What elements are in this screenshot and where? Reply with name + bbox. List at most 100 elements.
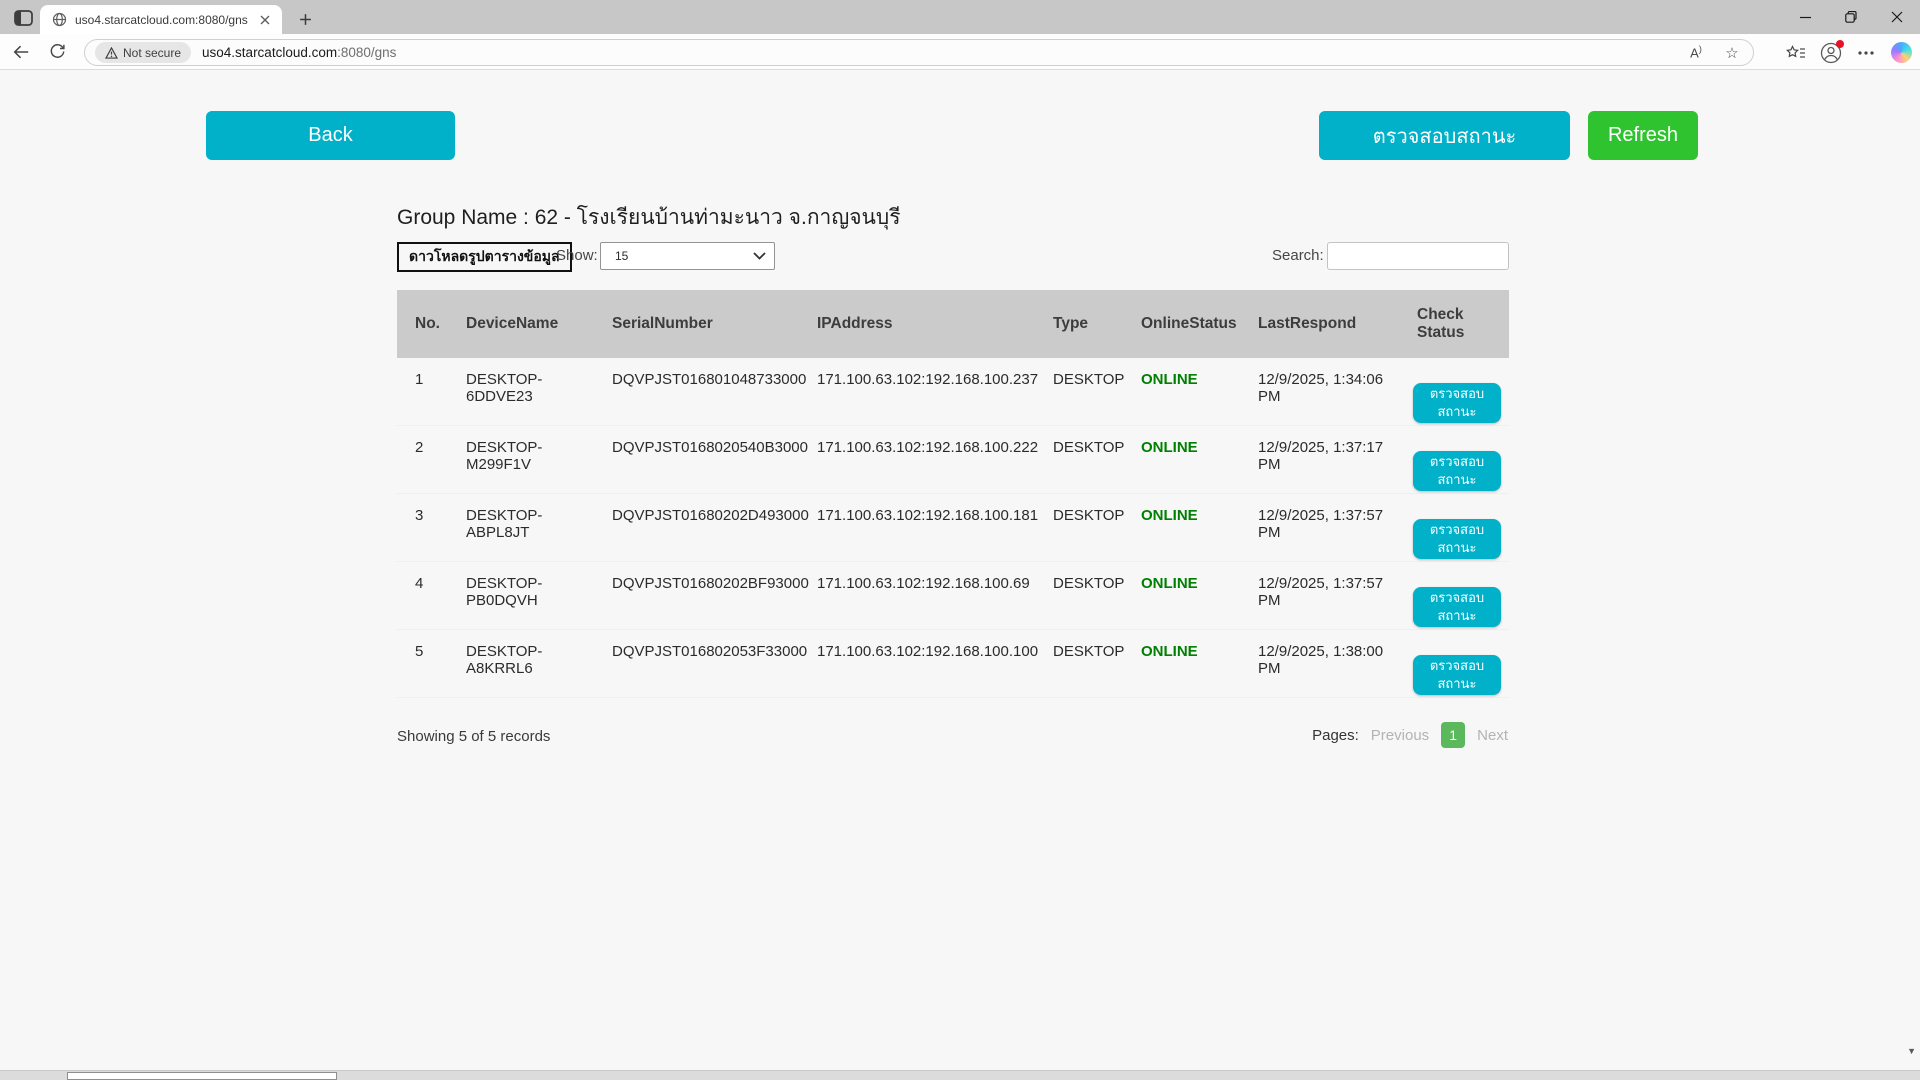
cell-serial-number: DQVPJST016801048733000 [612, 371, 817, 388]
table-body: 1 DESKTOP- 6DDVE23 DQVPJST01680104873300… [397, 358, 1509, 698]
header-serial-number: SerialNumber [612, 315, 817, 333]
header-ip-address: IPAddress [817, 315, 1053, 333]
cell-online-status: ONLINE [1141, 643, 1258, 660]
tab-strip: uso4.starcatcloud.com:8080/gns [0, 0, 1920, 34]
cell-last-respond: 12/9/2025, 1:38:00 PM [1258, 643, 1417, 677]
current-page-button[interactable]: 1 [1441, 722, 1465, 748]
row-check-status-button[interactable]: ตรวจสอบ สถานะ [1413, 451, 1501, 491]
url-text: uso4.starcatcloud.com:8080/gns [202, 45, 396, 60]
cell-device-name: DESKTOP- A8KRRL6 [466, 643, 612, 677]
scroll-down-arrow-icon[interactable]: ▼ [1907, 1046, 1916, 1056]
restore-icon [1845, 11, 1857, 23]
warning-icon [105, 47, 118, 59]
refresh-icon [49, 43, 66, 60]
security-badge[interactable]: Not secure [95, 42, 191, 63]
check-status-all-button[interactable]: ตรวจสอบสถานะ [1319, 111, 1570, 160]
cell-type: DESKTOP [1053, 575, 1141, 592]
show-entries-select[interactable]: 15 [600, 242, 775, 270]
cell-no: 2 [415, 439, 466, 456]
cell-device-name: DESKTOP- ABPL8JT [466, 507, 612, 541]
cell-online-status: ONLINE [1141, 371, 1258, 388]
refresh-button[interactable]: Refresh [1588, 111, 1698, 160]
search-label: Search: [1272, 247, 1324, 264]
show-label: Show: [556, 247, 598, 264]
cell-online-status: ONLINE [1141, 507, 1258, 524]
favorite-this-page-button[interactable]: ☆ [1719, 40, 1745, 66]
browser-tab[interactable]: uso4.starcatcloud.com:8080/gns [40, 5, 282, 34]
cell-ip-address: 171.100.63.102:192.168.100.222 [817, 439, 1053, 456]
security-label: Not secure [123, 46, 181, 60]
favorites-bar-button[interactable] [1783, 40, 1809, 66]
tab-actions-icon [14, 10, 33, 26]
url-host: uso4.starcatcloud.com [202, 45, 337, 60]
cell-ip-address: 171.100.63.102:192.168.100.181 [817, 507, 1053, 524]
cell-last-respond: 12/9/2025, 1:37:57 PM [1258, 507, 1417, 541]
cell-check-status: ตรวจสอบ สถานะ [1417, 371, 1509, 423]
profile-avatar [1820, 42, 1842, 64]
header-no: No. [415, 315, 466, 333]
cell-ip-address: 171.100.63.102:192.168.100.69 [817, 575, 1053, 592]
show-entries-value: 15 [615, 249, 753, 263]
horizontal-scrollbar[interactable] [0, 1070, 1920, 1080]
table-row: 2 DESKTOP- M299F1V DQVPJST0168020540B300… [397, 426, 1509, 494]
row-check-status-button[interactable]: ตรวจสอบ สถานะ [1413, 519, 1501, 559]
header-online-status: OnlineStatus [1141, 315, 1258, 333]
next-page-button[interactable]: Next [1477, 727, 1508, 744]
cell-type: DESKTOP [1053, 371, 1141, 388]
cell-ip-address: 171.100.63.102:192.168.100.237 [817, 371, 1053, 388]
close-icon [260, 15, 270, 25]
tab-actions-menu-button[interactable] [10, 8, 36, 28]
cell-serial-number: DQVPJST016802053F33000 [612, 643, 817, 660]
star-icon: ☆ [1725, 44, 1738, 62]
settings-more-button[interactable] [1853, 40, 1879, 66]
copilot-icon [1891, 42, 1912, 63]
browser-toolbar: Not secure uso4.starcatcloud.com:8080/gn… [0, 34, 1920, 70]
browser-window: uso4.starcatcloud.com:8080/gns [0, 0, 1920, 1080]
minimize-button[interactable] [1782, 0, 1828, 34]
plus-icon [299, 13, 312, 26]
table-row: 3 DESKTOP- ABPL8JT DQVPJST01680202D49300… [397, 494, 1509, 562]
tab-close-button[interactable] [256, 11, 274, 29]
header-check-status: Check Status [1417, 306, 1509, 342]
read-aloud-button[interactable]: A) [1683, 40, 1709, 66]
cell-last-respond: 12/9/2025, 1:37:57 PM [1258, 575, 1417, 609]
devices-table: No. DeviceName SerialNumber IPAddress Ty… [397, 290, 1509, 698]
cell-serial-number: DQVPJST01680202BF93000 [612, 575, 817, 592]
back-button[interactable]: Back [206, 111, 455, 160]
close-icon [1891, 11, 1903, 23]
previous-page-button[interactable]: Previous [1371, 727, 1429, 744]
browser-refresh-button[interactable] [42, 37, 72, 67]
cell-last-respond: 12/9/2025, 1:37:17 PM [1258, 439, 1417, 473]
read-aloud-icon: A) [1690, 44, 1702, 60]
page-content: Back ตรวจสอบสถานะ Refresh Group Name : 6… [0, 70, 1920, 1070]
horizontal-scrollbar-thumb[interactable] [67, 1072, 337, 1080]
globe-icon [52, 12, 67, 27]
copilot-button[interactable] [1888, 40, 1914, 66]
cell-no: 1 [415, 371, 466, 388]
ellipsis-icon [1858, 51, 1874, 55]
window-controls [1782, 0, 1920, 34]
download-table-image-button[interactable]: ดาวโหลดรูปตารางข้อมูล [397, 242, 572, 272]
favorites-list-icon [1786, 45, 1806, 61]
cell-type: DESKTOP [1053, 507, 1141, 524]
table-row: 1 DESKTOP- 6DDVE23 DQVPJST01680104873300… [397, 358, 1509, 426]
notification-dot [1836, 40, 1844, 48]
cell-online-status: ONLINE [1141, 439, 1258, 456]
search-input[interactable] [1327, 242, 1509, 270]
pages-label: Pages: [1312, 727, 1359, 744]
new-tab-button[interactable] [292, 7, 318, 31]
window-close-button[interactable] [1874, 0, 1920, 34]
cell-device-name: DESKTOP- PB0DQVH [466, 575, 612, 609]
row-check-status-button[interactable]: ตรวจสอบ สถานะ [1413, 383, 1501, 423]
restore-button[interactable] [1828, 0, 1874, 34]
browser-back-button[interactable] [6, 37, 36, 67]
row-check-status-button[interactable]: ตรวจสอบ สถานะ [1413, 655, 1501, 695]
cell-type: DESKTOP [1053, 643, 1141, 660]
table-row: 5 DESKTOP- A8KRRL6 DQVPJST016802053F3300… [397, 630, 1509, 698]
row-check-status-button[interactable]: ตรวจสอบ สถานะ [1413, 587, 1501, 627]
cell-check-status: ตรวจสอบ สถานะ [1417, 575, 1509, 627]
cell-ip-address: 171.100.63.102:192.168.100.100 [817, 643, 1053, 660]
header-type: Type [1053, 315, 1141, 333]
profile-button[interactable] [1818, 40, 1844, 66]
address-bar[interactable]: Not secure uso4.starcatcloud.com:8080/gn… [84, 39, 1754, 66]
